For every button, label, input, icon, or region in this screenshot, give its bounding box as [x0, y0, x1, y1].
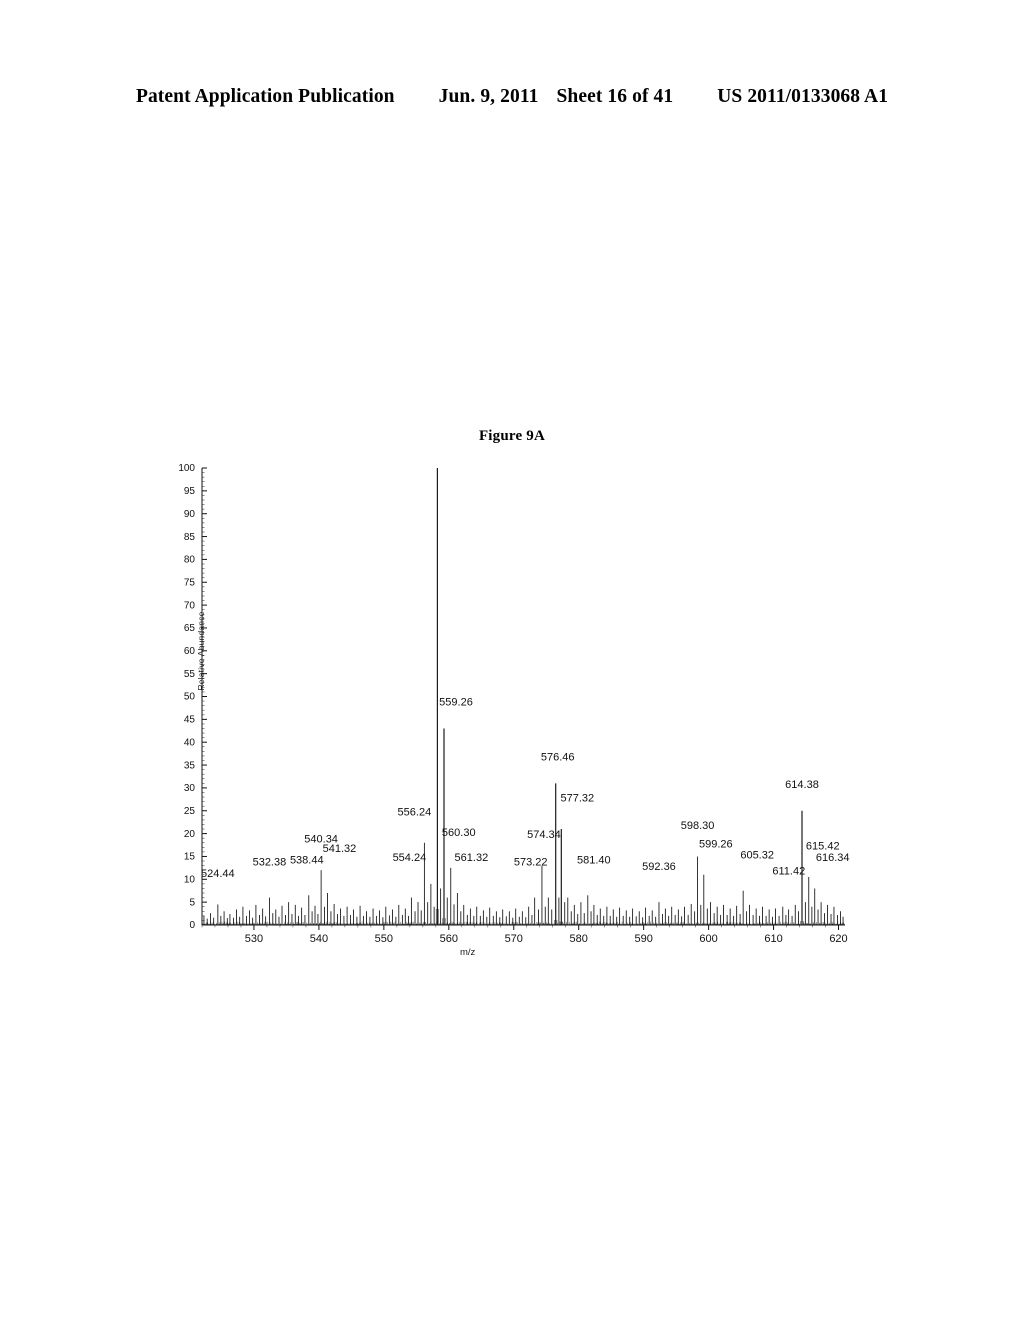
svg-text:580: 580 — [570, 933, 588, 945]
svg-text:60: 60 — [184, 646, 196, 657]
peak-label: 541.32 — [323, 843, 357, 855]
svg-text:15: 15 — [184, 852, 196, 863]
svg-text:95: 95 — [184, 486, 196, 497]
peak-label: 592.36 — [642, 861, 676, 873]
peak-labels: 524.44532.38 538.44540.34541.32554.24556.… — [201, 697, 850, 880]
figure-container: Figure 9A 0 5 10 15 20 25 30 35 40 45 50 55 60 65 70 75… — [0, 0, 1024, 1320]
svg-text:85: 85 — [184, 532, 196, 543]
peak-label: 556.24 — [398, 806, 432, 818]
svg-text:540: 540 — [310, 933, 328, 945]
peak-label: 532.38 — [253, 857, 287, 869]
peak-label: 559.26 — [439, 697, 473, 709]
svg-text:50: 50 — [184, 692, 196, 703]
svg-text:620: 620 — [829, 933, 847, 945]
figure-title: Figure 9A — [478, 428, 546, 444]
svg-text:55: 55 — [184, 669, 196, 680]
svg-text:20: 20 — [184, 829, 196, 840]
svg-text:35: 35 — [184, 760, 196, 771]
svg-text:30: 30 — [184, 783, 196, 794]
svg-text:590: 590 — [634, 933, 652, 945]
svg-text:600: 600 — [699, 933, 717, 945]
peak-label: 605.32 — [740, 850, 774, 862]
peak-label: 573.22 — [514, 857, 548, 869]
peak-label: 616.34 — [816, 852, 850, 864]
svg-text:570: 570 — [505, 933, 523, 945]
spectrum-plot: 0 5 10 15 20 25 30 35 40 45 50 55 60 65 70 75 80 85 90 95 10… — [178, 463, 850, 945]
peak-label: 561.32 — [455, 852, 489, 864]
peak-label: 576.46 — [541, 751, 575, 763]
svg-text:560: 560 — [440, 933, 458, 945]
svg-text:5: 5 — [189, 897, 195, 908]
svg-text:65: 65 — [184, 623, 196, 634]
peak-label: 614.38 — [785, 779, 819, 791]
svg-text:10: 10 — [184, 875, 196, 886]
svg-text:45: 45 — [184, 715, 196, 726]
svg-text:550: 550 — [375, 933, 393, 945]
y-axis-title: Relative Abundance — [196, 611, 206, 691]
svg-text:75: 75 — [184, 577, 196, 588]
mass-spectrum-chart: 0 5 10 15 20 25 30 35 40 45 50 55 60 65 70 75 80 85 90 95 10… — [150, 455, 880, 975]
svg-text:70: 70 — [184, 600, 196, 611]
svg-text:80: 80 — [184, 555, 196, 566]
peak-label: 581.40 — [577, 854, 611, 866]
peak-label: 524.44 — [201, 868, 235, 880]
peak-label: 560.30 — [442, 827, 476, 839]
svg-text:0: 0 — [189, 920, 195, 931]
peak-label: 574.34 — [527, 829, 561, 841]
peak-label: 611.42 — [772, 866, 805, 878]
svg-text:40: 40 — [184, 737, 196, 748]
peak-label: 598.30 — [681, 820, 715, 832]
peak-label: 538.44 — [290, 854, 324, 866]
svg-text:100: 100 — [178, 463, 195, 474]
peak-label: 554.24 — [393, 852, 427, 864]
svg-text:610: 610 — [764, 933, 782, 945]
x-axis-title: m/z — [460, 947, 476, 958]
peak-label: 577.32 — [560, 793, 594, 805]
svg-text:25: 25 — [184, 806, 196, 817]
svg-text:530: 530 — [245, 933, 263, 945]
peak-label: 615.42 — [806, 841, 840, 853]
svg-text:90: 90 — [184, 509, 196, 520]
peak-label: 599.26 — [699, 838, 733, 850]
